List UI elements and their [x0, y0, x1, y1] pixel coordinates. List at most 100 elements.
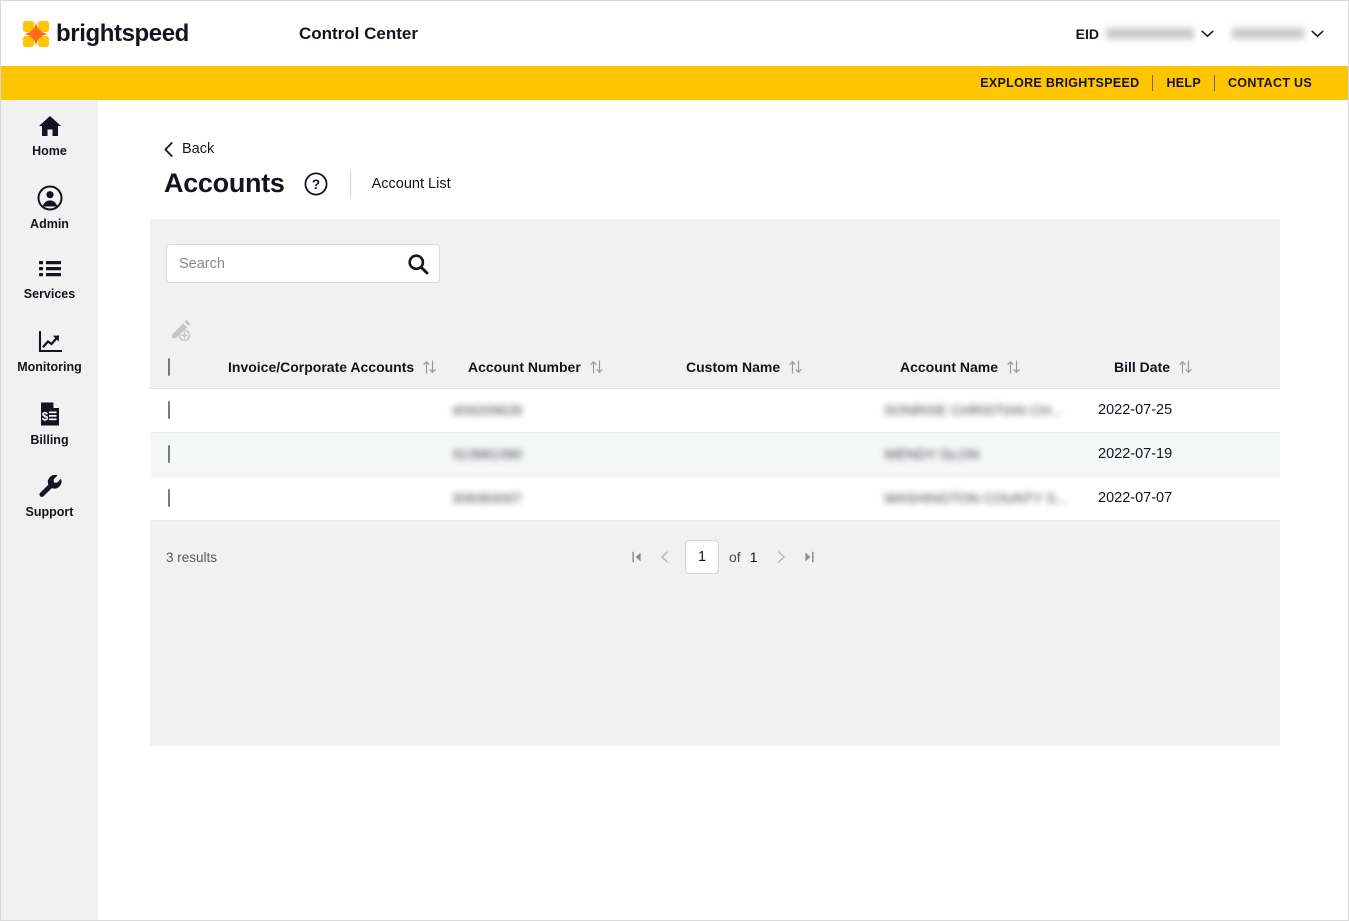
chart-trend-icon [38, 330, 62, 353]
column-header-bill-date[interactable]: Bill Date [1098, 349, 1280, 389]
search-input[interactable] [167, 255, 397, 272]
accounts-table-container: Invoice/Corporate Accounts Account Numbe… [150, 349, 1280, 521]
user-menu[interactable] [1232, 28, 1324, 39]
first-page-button[interactable] [624, 544, 650, 570]
eid-label: EID [1075, 25, 1099, 42]
divider [349, 169, 351, 198]
pagination-total-pages: 1 [749, 549, 758, 565]
sidebar-item-home[interactable]: Home [1, 100, 98, 172]
cell-custom-name [670, 476, 884, 521]
top-header: brightspeed Control Center EID [1, 1, 1348, 66]
pagination-controls: of 1 [624, 540, 822, 574]
sidebar-item-billing[interactable]: $ Billing [1, 388, 98, 460]
sidebar-item-label: Monitoring [17, 360, 82, 374]
row-checkbox[interactable] [168, 489, 170, 508]
page-last-icon [805, 551, 815, 563]
column-header-custom-name[interactable]: Custom Name [670, 349, 884, 389]
row-checkbox[interactable] [168, 401, 170, 420]
divider [1152, 75, 1154, 91]
column-label: Invoice/Corporate Accounts [228, 359, 415, 375]
page-title: Accounts [164, 168, 285, 198]
sidebar-item-services[interactable]: Services [1, 244, 98, 316]
sort-updown-icon[interactable] [590, 360, 603, 374]
page-next-icon [778, 551, 786, 563]
column-label: Custom Name [686, 359, 781, 375]
page-first-icon [632, 551, 641, 563]
main-content: Back Accounts ? Account List Search Invo… [98, 100, 1348, 920]
cell-invoice [212, 476, 452, 521]
cell-invoice [212, 432, 452, 477]
cell-account-number: 313981390 [452, 432, 670, 477]
table-row[interactable]: 313981390 WENDY GLON 2022-07-19 [150, 432, 1280, 477]
table-row[interactable]: 308363007 WASHINGTON COUNTY S... 2022-07… [150, 476, 1280, 521]
column-label: Bill Date [1114, 359, 1171, 375]
cell-custom-name [670, 432, 884, 477]
cell-account-name: SONRISE CHRISTIAN CH... [884, 388, 1098, 433]
header-right-controls: EID [1076, 1, 1324, 66]
back-button[interactable]: Back [164, 141, 214, 157]
breadcrumb: Account List [371, 175, 451, 192]
last-page-button[interactable] [796, 544, 822, 570]
cell-account-number: 308363007 [452, 476, 670, 521]
sidebar-item-label: Billing [30, 433, 69, 447]
next-page-button[interactable] [768, 544, 794, 570]
sidebar-item-support[interactable]: Support [1, 460, 98, 532]
sidebar-item-label: Services [23, 287, 76, 301]
sidebar-item-label: Admin [30, 217, 69, 231]
column-header-select-all [150, 349, 212, 389]
column-header-account-number[interactable]: Account Number [452, 349, 670, 389]
sort-updown-icon[interactable] [789, 360, 802, 374]
row-select-cell [150, 432, 212, 477]
sort-updown-icon[interactable] [423, 360, 436, 374]
svg-text:$: $ [41, 411, 48, 423]
page-number-input[interactable] [685, 540, 719, 574]
chevron-left-icon [164, 141, 173, 157]
question-circle-icon[interactable]: ? [304, 171, 328, 196]
sidebar-item-admin[interactable]: Admin [1, 172, 98, 244]
user-circle-icon [37, 185, 62, 211]
table-body: 409209628 SONRISE CHRISTIAN CH... 2022-0… [150, 388, 1280, 521]
brand-name: brightspeed [56, 19, 189, 47]
table-head: Invoice/Corporate Accounts Account Numbe… [150, 349, 1280, 389]
link-help[interactable]: HELP [1153, 76, 1214, 90]
row-select-cell [150, 476, 212, 521]
svg-text:?: ? [312, 176, 320, 191]
pagination-of-label: of [729, 549, 741, 565]
table-toolbar [166, 315, 1264, 353]
search-button[interactable] [397, 245, 439, 282]
row-checkbox[interactable] [168, 445, 170, 464]
link-contact-us[interactable]: CONTACT US [1215, 76, 1325, 90]
account-name-value: WASHINGTON COUNTY S... [884, 489, 1068, 506]
cell-bill-date: 2022-07-07 [1098, 476, 1280, 521]
sidebar-item-monitoring[interactable]: Monitoring [1, 316, 98, 388]
cell-account-name: WASHINGTON COUNTY S... [884, 476, 1098, 521]
user-name [1232, 28, 1304, 39]
eid-selector[interactable]: EID [1076, 26, 1214, 42]
accounts-panel: Invoice/Corporate Accounts Account Num [150, 219, 1280, 746]
brand-logo[interactable]: brightspeed [23, 20, 189, 48]
cell-bill-date: 2022-07-19 [1098, 432, 1280, 477]
column-label: Account Number [468, 359, 581, 375]
column-header-invoice-corporate-accounts[interactable]: Invoice/Corporate Accounts [212, 349, 452, 389]
sort-updown-icon[interactable] [1007, 360, 1020, 374]
chevron-down-icon [1311, 30, 1324, 37]
sort-updown-icon[interactable] [1179, 360, 1192, 374]
edit-add-button[interactable] [166, 315, 196, 345]
cell-custom-name [670, 388, 884, 433]
table-header-row: Invoice/Corporate Accounts Account Numbe… [150, 349, 1280, 389]
chevron-down-icon [1201, 30, 1214, 37]
cell-bill-date: 2022-07-25 [1098, 388, 1280, 433]
divider [1213, 75, 1215, 91]
cell-account-number: 409209628 [452, 388, 670, 433]
prev-page-button[interactable] [652, 544, 678, 570]
column-header-account-name[interactable]: Account Name [884, 349, 1098, 389]
pencil-add-icon [172, 319, 191, 342]
table-row[interactable]: 409209628 SONRISE CHRISTIAN CH... 2022-0… [150, 388, 1280, 433]
search-icon [408, 253, 429, 274]
select-all-checkbox[interactable] [168, 358, 170, 377]
invoice-dollar-icon: $ [40, 402, 59, 426]
table-footer: 3 results of 1 [150, 534, 1280, 580]
sidebar-item-label: Home [32, 144, 67, 158]
link-explore-brightspeed[interactable]: EXPLORE BRIGHTSPEED [967, 76, 1152, 90]
account-number-value: 308363007 [452, 489, 523, 506]
